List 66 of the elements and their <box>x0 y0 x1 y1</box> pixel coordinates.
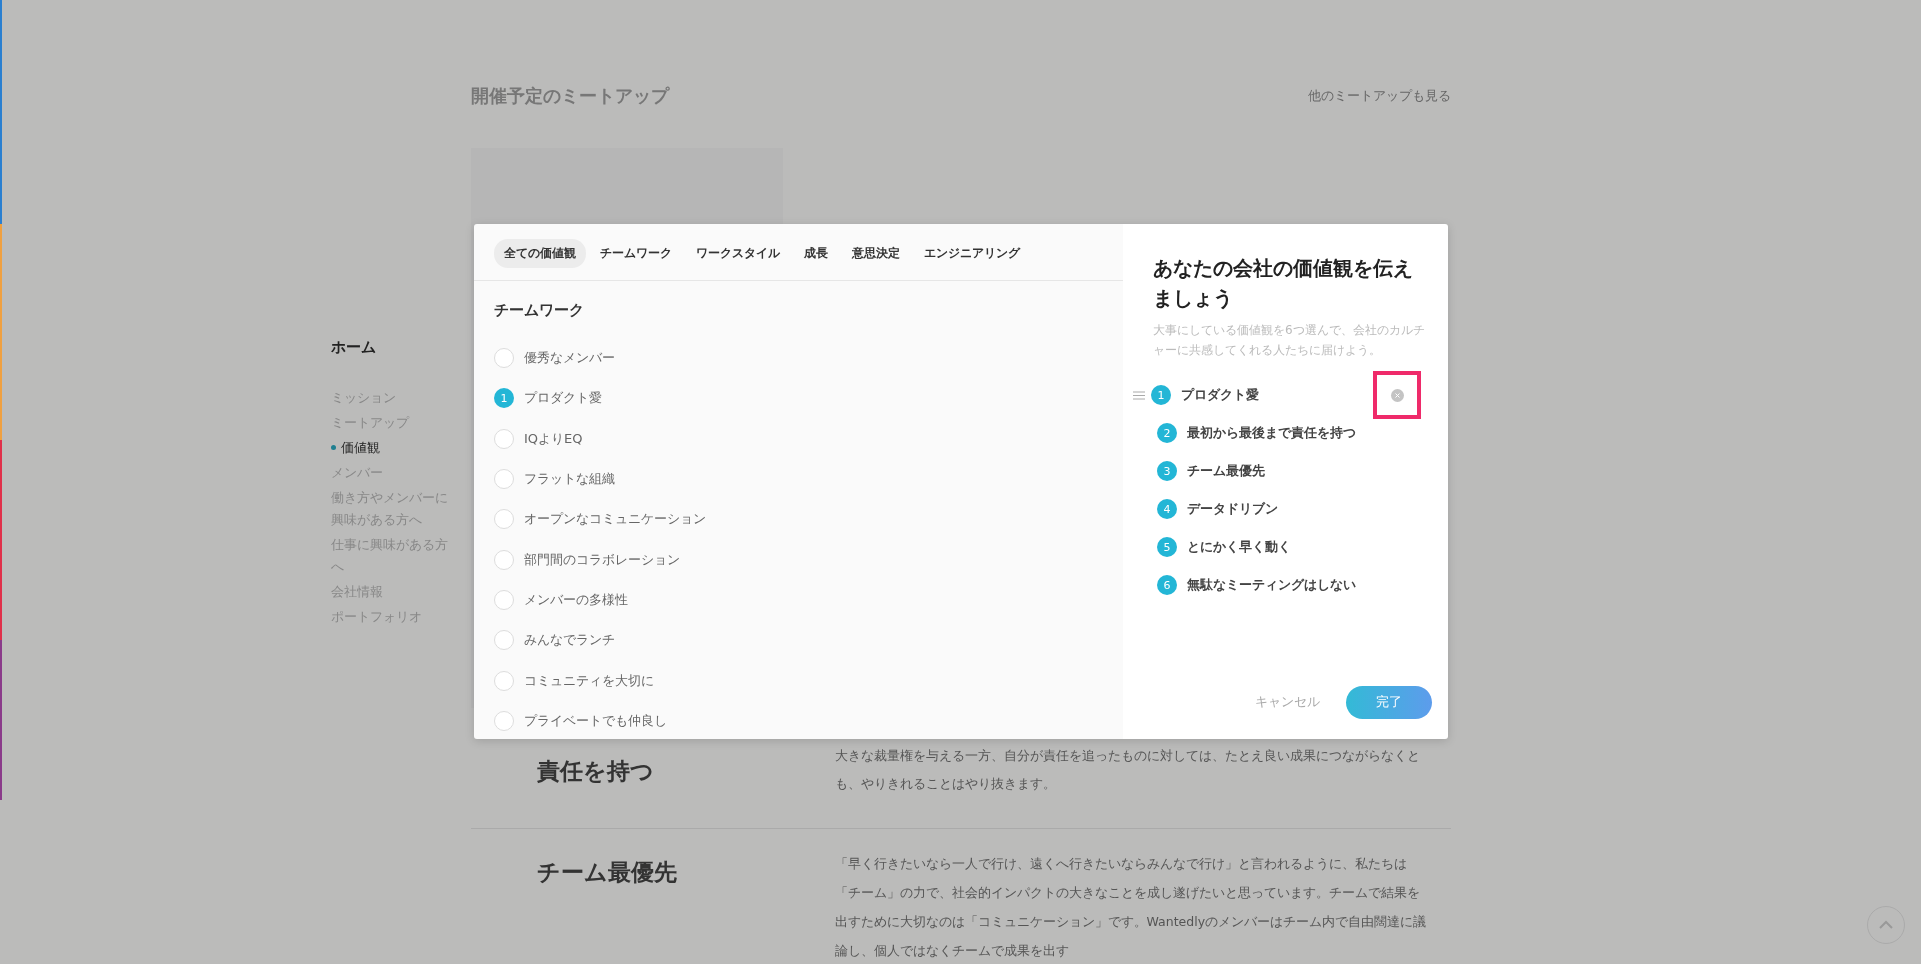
value-option[interactable]: 部門間のコラボレーション <box>494 539 1123 580</box>
value-option[interactable]: 優秀なメンバー <box>494 338 1123 379</box>
rank-number: 2 <box>1157 423 1177 443</box>
chosen-value-label: とにかく早く動く <box>1187 538 1291 556</box>
value-option[interactable]: みんなでランチ <box>494 620 1123 661</box>
chosen-value-label: 無駄なミーティングはしない <box>1187 576 1356 594</box>
category-heading: チームワーク <box>494 301 585 320</box>
radio-circle[interactable] <box>494 348 514 369</box>
chosen-value-label: チーム最優先 <box>1187 462 1265 480</box>
value-label: コミュニティを大切に <box>524 671 654 690</box>
rank-number: 4 <box>1157 499 1177 519</box>
radio-circle[interactable] <box>494 589 514 610</box>
category-tab[interactable]: 成長 <box>794 239 838 268</box>
drag-handle-icon[interactable] <box>1133 390 1145 400</box>
close-icon <box>1394 392 1400 398</box>
value-heading: 責任を持つ <box>536 757 655 786</box>
rank-number: 1 <box>1151 385 1171 405</box>
value-label: フラットな組織 <box>524 470 615 489</box>
radio-circle[interactable] <box>494 469 514 490</box>
rank-number: 3 <box>1157 461 1177 481</box>
value-option[interactable]: メンバーの多様性 <box>494 579 1123 621</box>
value-heading: チーム最優先 <box>536 858 678 887</box>
rank-number: 6 <box>1157 575 1177 595</box>
category-tab[interactable]: ワークスタイル <box>686 239 790 268</box>
remove-button[interactable] <box>1390 388 1404 402</box>
chosen-value-label: データドリブン <box>1187 500 1278 518</box>
radio-circle[interactable] <box>494 428 514 449</box>
value-label: オープンなコミュニケーション <box>524 510 706 529</box>
sidebar-title: ホーム <box>330 338 377 357</box>
radio-circle[interactable] <box>494 549 514 570</box>
category-tab[interactable]: チームワーク <box>590 239 682 268</box>
chosen-value-row[interactable]: 3 チーム最優先 <box>1123 452 1448 490</box>
category-tab[interactable]: 全ての価値観 <box>494 239 586 268</box>
section-title: 開催予定のミートアップ <box>470 84 669 108</box>
chevron-up-icon <box>1879 920 1893 930</box>
value-option[interactable]: プライベートでも仲良し <box>494 700 1123 739</box>
chosen-value-label: プロダクト愛 <box>1181 386 1259 404</box>
chosen-value-label: 最初から最後まで責任を持つ <box>1187 424 1356 442</box>
value-label: プライベートでも仲良し <box>524 711 667 730</box>
value-label: IQよりEQ <box>524 429 583 448</box>
chosen-value-row[interactable]: 6 無駄なミーティングはしない <box>1123 566 1448 604</box>
chosen-value-row[interactable]: 2 最初から最後まで責任を持つ <box>1123 414 1448 452</box>
value-label: 優秀なメンバー <box>524 349 615 368</box>
value-option[interactable]: フラットな組織 <box>494 458 1123 500</box>
more-meetups-link[interactable]: 他のミートアップも見る <box>1307 87 1451 105</box>
category-tab[interactable]: 意思決定 <box>842 239 910 268</box>
radio-circle[interactable] <box>494 630 514 651</box>
radio-circle[interactable] <box>494 509 514 530</box>
radio-circle[interactable] <box>494 710 514 731</box>
value-label: プロダクト愛 <box>524 389 602 408</box>
chosen-value-row[interactable]: 5 とにかく早く動く <box>1123 528 1448 566</box>
active-dot-icon <box>330 445 336 450</box>
chosen-value-row[interactable]: 1 プロダクト愛 <box>1123 376 1448 414</box>
value-label: メンバーの多様性 <box>524 590 628 609</box>
value-label: みんなでランチ <box>524 631 615 650</box>
value-label: 部門間のコラボレーション <box>524 550 680 569</box>
sidebar-item[interactable]: 価値観 <box>330 437 453 459</box>
value-option[interactable]: オープンなコミュニケーション <box>494 499 1123 540</box>
dialog-title: あなたの会社の価値観を伝えましょう <box>1153 256 1414 312</box>
chosen-value-row[interactable]: 4 データドリブン <box>1123 490 1448 528</box>
rank-number: 5 <box>1157 537 1177 557</box>
value-option[interactable]: 1 プロダクト愛 <box>494 378 1123 419</box>
category-tab[interactable]: エンジニアリング <box>914 239 1030 268</box>
value-option[interactable]: IQよりEQ <box>494 418 1123 459</box>
value-option[interactable]: コミュニティを大切に <box>494 660 1123 701</box>
radio-circle[interactable] <box>494 670 514 691</box>
